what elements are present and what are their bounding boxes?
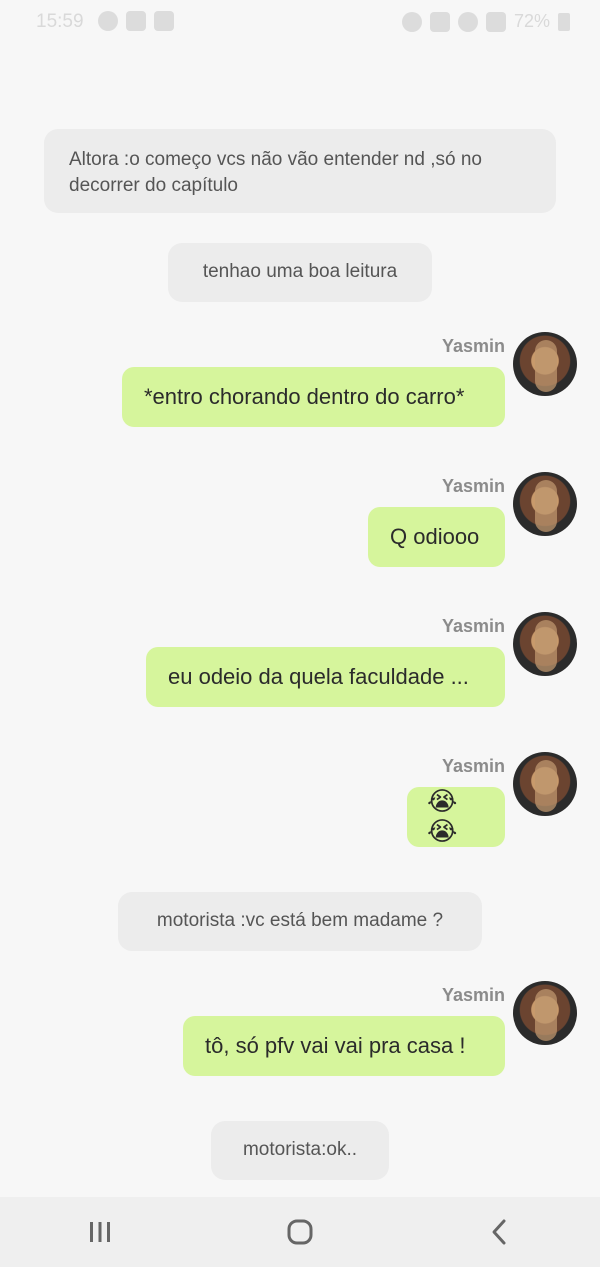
battery-icon <box>558 12 570 31</box>
narration-bubble: motorista:ok.. <box>211 1121 389 1180</box>
sender-name: Yasmin <box>441 616 505 636</box>
narration-text: tenhao uma boa leitura <box>202 261 398 282</box>
message-text: tô, só pfv vai vai pra casa ! <box>205 1033 466 1058</box>
outgoing-bubble: tô, só pfv vai vai pra casa ! <box>183 1016 505 1076</box>
status-bar: 15:59 72% <box>0 0 600 46</box>
sender-name: Yasmin <box>441 985 505 1005</box>
status-left-icons <box>98 11 174 31</box>
status-time: 15:59 <box>36 11 84 32</box>
nav-bar <box>0 1197 600 1267</box>
alarm-icon <box>401 11 422 32</box>
wifi-icon <box>457 11 478 32</box>
message-text: 😭😭 <box>427 787 458 847</box>
settings-icon <box>98 11 118 31</box>
avatar[interactable] <box>513 332 577 396</box>
narration-bubble: tenhao uma boa leitura <box>168 243 432 302</box>
outgoing-bubble: 😭😭 <box>407 787 505 847</box>
home-icon <box>287 1219 313 1245</box>
message-text: *entro chorando dentro do carro* <box>144 384 465 409</box>
sender-name: Yasmin <box>441 476 505 496</box>
sender-name: Yasmin <box>441 756 505 776</box>
narration-text: motorista :vc está bem madame ? <box>156 910 444 931</box>
narration-bubble: Altora :o começo vcs não vão entender nd… <box>44 129 556 213</box>
avatar[interactable] <box>513 752 577 816</box>
instagram-icon <box>126 11 146 31</box>
avatar[interactable] <box>513 472 577 536</box>
narration-text: motorista:ok.. <box>242 1139 358 1160</box>
status-right-icons: 72% <box>401 11 570 32</box>
narration-text: Altora :o começo vcs não vão entender nd… <box>69 149 482 196</box>
recents-icon <box>90 1222 110 1242</box>
outgoing-bubble: Q odiooo <box>368 507 505 567</box>
narration-bubble: motorista :vc está bem madame ? <box>118 892 482 951</box>
recents-button[interactable] <box>70 1212 130 1252</box>
voicemail-icon <box>154 11 174 31</box>
signal-icon <box>485 11 506 32</box>
back-icon <box>492 1219 506 1245</box>
message-text: Q odiooo <box>390 524 480 549</box>
home-button[interactable] <box>270 1212 330 1252</box>
back-button[interactable] <box>470 1212 530 1252</box>
outgoing-bubble: eu odeio da quela faculdade ... <box>146 647 505 707</box>
message-text: eu odeio da quela faculdade ... <box>168 664 469 689</box>
avatar[interactable] <box>513 612 577 676</box>
battery-percent: 72% <box>513 11 550 31</box>
mute-icon <box>429 11 450 32</box>
outgoing-bubble: *entro chorando dentro do carro* <box>122 367 505 427</box>
avatar[interactable] <box>513 981 577 1045</box>
sender-name: Yasmin <box>441 336 505 356</box>
